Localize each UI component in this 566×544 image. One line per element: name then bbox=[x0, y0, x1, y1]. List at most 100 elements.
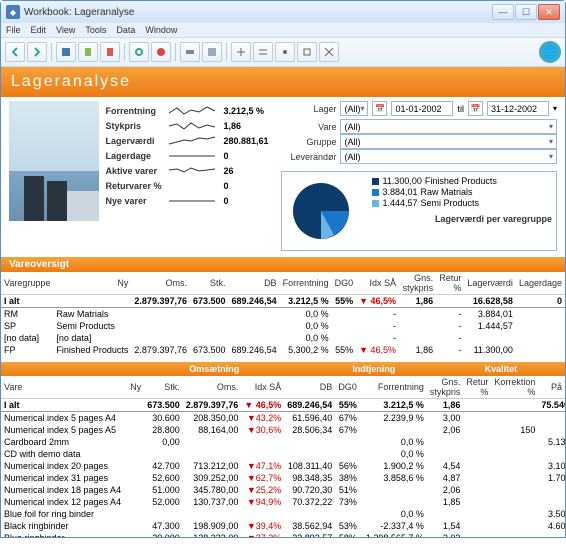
col-header[interactable]: Retur % bbox=[436, 272, 464, 295]
sparkline bbox=[167, 150, 217, 162]
chart-title: Lagerværdi per varegruppe bbox=[372, 214, 552, 224]
col-header[interactable]: Lagerdage bbox=[516, 272, 565, 295]
col-header[interactable]: Forrentning bbox=[280, 272, 332, 295]
filter-lager-combo[interactable]: (All) bbox=[340, 101, 368, 116]
tool-save[interactable] bbox=[56, 42, 76, 62]
col-header[interactable]: DB bbox=[229, 272, 280, 295]
tool-2[interactable] bbox=[202, 42, 222, 62]
kpi-row: Returvarer % 0 bbox=[105, 180, 275, 192]
date-from-input[interactable] bbox=[391, 101, 453, 116]
col-header[interactable]: Idx SÅ bbox=[356, 272, 399, 295]
col-header[interactable]: DG0 bbox=[335, 376, 360, 399]
menu-data[interactable]: Data bbox=[116, 25, 135, 35]
menu-edit[interactable]: Edit bbox=[31, 25, 47, 35]
table-row[interactable]: FPFinished Products2.879.397,76673.50068… bbox=[1, 344, 565, 356]
col-header[interactable]: Oms. bbox=[131, 272, 190, 295]
tool-back[interactable] bbox=[5, 42, 25, 62]
col-header[interactable]: Idx SÅ bbox=[241, 376, 284, 399]
tool-5[interactable] bbox=[275, 42, 295, 62]
tool-6[interactable] bbox=[297, 42, 317, 62]
col-header[interactable]: DG0 bbox=[332, 272, 357, 295]
tool-4[interactable] bbox=[253, 42, 273, 62]
kpi-value: 1,86 bbox=[223, 121, 241, 131]
kpi-label: Nye varer bbox=[105, 196, 167, 206]
tool-1[interactable] bbox=[180, 42, 200, 62]
kpi-value: 26 bbox=[223, 166, 233, 176]
table-row[interactable]: CD with demo data0,0 %0 stk bbox=[1, 448, 565, 460]
col-header[interactable]: Vare bbox=[1, 376, 127, 399]
col-header[interactable]: På lager bbox=[538, 376, 565, 399]
table-row[interactable]: RMRaw Matrials0,0 %--3.884,01 bbox=[1, 308, 565, 321]
page-title-band: Lageranalyse bbox=[1, 67, 565, 97]
col-header[interactable]: Lagerværdi bbox=[464, 272, 516, 295]
table-row[interactable]: Numerical index 20 pages42.700713.212,00… bbox=[1, 460, 565, 472]
item-table: OmsætningIndtjeningKvalitetPlanlægningVa… bbox=[1, 362, 565, 537]
sparkline bbox=[167, 120, 217, 132]
menu-bar: File Edit View Tools Data Window bbox=[1, 23, 565, 37]
table-row[interactable]: Cardboard 2mm0,000,0 %5.132 stk2.630,00 bbox=[1, 436, 565, 448]
tool-pdf[interactable] bbox=[100, 42, 120, 62]
col-header[interactable]: DB bbox=[284, 376, 335, 399]
kpi-label: Forrentning bbox=[105, 106, 167, 116]
sparkline bbox=[167, 180, 217, 192]
table-row[interactable]: Numerical index 12 pages A452.000130.737… bbox=[1, 496, 565, 508]
filter-label: Leverandør bbox=[281, 152, 336, 162]
table-row[interactable]: Numerical index 5 pages A430.600208.350,… bbox=[1, 412, 565, 425]
filter-combo[interactable]: (All) bbox=[340, 149, 557, 164]
table-row[interactable]: Numerical index 5 pages A528.80088.164,0… bbox=[1, 424, 565, 436]
date-to-input[interactable] bbox=[487, 101, 549, 116]
calendar-from-icon[interactable]: 📅 bbox=[372, 101, 387, 116]
col-header[interactable]: Oms. bbox=[183, 376, 242, 399]
col-header[interactable]: Ny bbox=[53, 272, 131, 295]
col-header[interactable]: Gns. stykpris bbox=[427, 376, 464, 399]
col-header[interactable]: Korrektion % bbox=[491, 376, 538, 399]
col-header[interactable]: Forrentning bbox=[360, 376, 427, 399]
filter-combo[interactable]: (All) bbox=[340, 134, 557, 149]
close-button[interactable]: ✕ bbox=[538, 4, 560, 20]
table-row[interactable]: SPSemi Products0,0 %--1.444,57 bbox=[1, 320, 565, 332]
table-row[interactable]: Numerical index 18 pages A451.000345.780… bbox=[1, 484, 565, 496]
col-header[interactable]: Stk. bbox=[190, 272, 229, 295]
legend-row: 1.444,57 Semi Products bbox=[372, 198, 552, 208]
window-title: Workbook: Lageranalyse bbox=[24, 7, 134, 18]
menu-tools[interactable]: Tools bbox=[85, 25, 106, 35]
globe-icon[interactable]: 🌐 bbox=[539, 41, 561, 63]
col-header[interactable]: Stk. bbox=[144, 376, 183, 399]
kpi-row: Stykpris1,86 bbox=[105, 120, 275, 132]
menu-window[interactable]: Window bbox=[145, 25, 177, 35]
col-header[interactable]: Gns. stykpris bbox=[399, 272, 436, 295]
calendar-to-icon[interactable]: 📅 bbox=[468, 101, 483, 116]
minimize-button[interactable]: — bbox=[492, 4, 514, 20]
table-row[interactable]: Numerical index 31 pages52.600309.252,00… bbox=[1, 472, 565, 484]
kpi-value: 280.881,61 bbox=[223, 136, 268, 146]
tool-refresh[interactable] bbox=[129, 42, 149, 62]
table-row[interactable]: [no data][no data]0,0 %-- bbox=[1, 332, 565, 344]
kpi-row: Aktive varer 26 bbox=[105, 165, 275, 177]
tool-7[interactable] bbox=[319, 42, 339, 62]
maximize-button[interactable]: ☐ bbox=[515, 4, 537, 20]
filter-label: Vare bbox=[281, 122, 336, 132]
dropdown-icon[interactable]: ▾ bbox=[553, 104, 557, 113]
tool-export[interactable] bbox=[78, 42, 98, 62]
sparkline bbox=[167, 195, 217, 207]
kpi-label: Aktive varer bbox=[105, 166, 167, 176]
col-header[interactable]: Varegruppe bbox=[1, 272, 53, 295]
filter-combo[interactable]: (All) bbox=[340, 119, 557, 134]
kpi-value: 3.212,5 % bbox=[223, 106, 264, 116]
pie-chart bbox=[286, 176, 366, 246]
kpi-row: Lagerdage0 bbox=[105, 150, 275, 162]
col-header[interactable]: Ny bbox=[127, 376, 144, 399]
table-row[interactable]: Blue foil for ring binder0,0 %3.500 stk7… bbox=[1, 508, 565, 520]
kpi-label: Returvarer % bbox=[105, 181, 167, 191]
kpi-value: 0 bbox=[223, 181, 228, 191]
table-row[interactable]: Blue ringbinder29.000138.332,00▼37,3%33.… bbox=[1, 532, 565, 537]
filter-label: Gruppe bbox=[281, 137, 336, 147]
table-row[interactable]: Black ringbinder47.300198.909,00▼39,4%38… bbox=[1, 520, 565, 532]
menu-file[interactable]: File bbox=[6, 25, 21, 35]
tool-forward[interactable] bbox=[27, 42, 47, 62]
col-header[interactable]: Retur % bbox=[463, 376, 491, 399]
tool-3[interactable] bbox=[231, 42, 251, 62]
tool-stop[interactable] bbox=[151, 42, 171, 62]
menu-view[interactable]: View bbox=[56, 25, 75, 35]
legend-row: 3.884,01 Raw Matrials bbox=[372, 187, 552, 197]
